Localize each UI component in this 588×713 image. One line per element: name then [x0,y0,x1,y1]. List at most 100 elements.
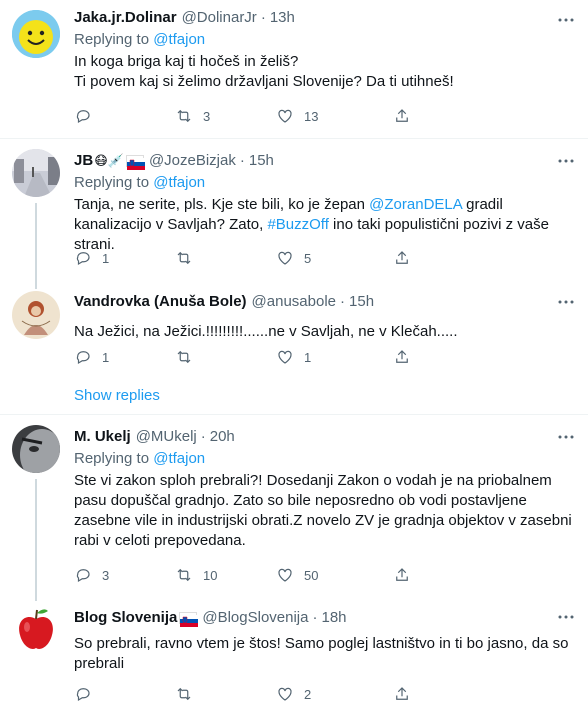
replying-to-label: Replying to [74,31,150,48]
user-handle[interactable]: @JozeBizjak [149,151,236,171]
share-button[interactable] [393,249,494,267]
reply-icon [76,688,90,702]
tweet[interactable]: Vandrovka (Anuša Bole) @anusabole · 15h … [0,285,588,407]
tweet-text: Na Ježici, na Ježici.!!!!!!!!!......ne v… [74,323,458,340]
avatar[interactable] [12,291,60,339]
user-handle[interactable]: @MUkelj [136,427,197,447]
more-icon[interactable] [556,151,576,171]
avatar[interactable] [12,10,60,58]
reply-button[interactable] [74,107,175,125]
reply-button[interactable]: 1 [74,249,175,267]
illustration-avatar-image [12,291,60,339]
text-segment: Tanja, ne serite, pls. Kje ste bili, ko … [74,196,370,213]
mention-link[interactable]: @tfajon [153,450,205,467]
like-button[interactable]: 5 [276,249,377,267]
share-button[interactable] [393,107,494,125]
retweet-button[interactable] [175,249,276,267]
mention-link[interactable]: @tfajon [153,31,205,48]
share-button[interactable] [393,566,494,584]
like-icon [278,687,292,701]
reply-icon [76,569,90,583]
like-icon [278,109,292,123]
separator-dot: · [239,152,245,169]
slovenia-flag-icon [179,612,199,627]
action-bar: 3 10 50 [74,565,494,585]
reply-icon [76,110,90,124]
tweet[interactable]: Blog Slovenija @BlogSlovenija · 18h So p… [0,595,588,713]
replying-to: Replying to @tfajon [74,449,578,469]
separator-dot: · [312,609,318,626]
like-icon [278,568,292,582]
share-button[interactable] [393,685,494,703]
display-name[interactable]: M. Ukelj [74,427,131,447]
tweet[interactable]: M. Ukelj @MUkelj · 20h Replying to @tfaj… [0,415,588,601]
like-button[interactable]: 13 [276,107,377,125]
name-emoji: 😷💉 [94,153,124,168]
timestamp[interactable]: 13h [270,8,295,28]
replying-to: Replying to @tfajon [74,173,578,193]
like-button[interactable]: 2 [276,685,377,703]
face-photo-avatar-image [12,425,60,473]
street-photo-avatar-image [12,149,60,197]
display-name[interactable]: Vandrovka (Anuša Bole) [74,292,247,312]
retweet-count: 3 [203,108,211,124]
slovenia-flag-icon [125,155,145,170]
display-name[interactable]: Blog Slovenija [74,608,177,628]
separator-dot: · [340,293,346,310]
reply-button[interactable]: 1 [74,348,175,366]
reply-button[interactable]: 3 [74,566,175,584]
like-button[interactable]: 1 [276,348,377,366]
timestamp[interactable]: 15h [349,292,374,312]
separator-dot: · [200,428,206,445]
reply-count: 1 [102,250,110,266]
replying-to-label: Replying to [74,450,150,467]
hashtag-link[interactable]: #BuzzOff [267,216,328,233]
retweet-icon [177,251,191,265]
like-count: 13 [304,108,319,124]
share-icon [396,568,408,581]
separator-dot: · [260,9,266,26]
timestamp[interactable]: 15h [249,151,274,171]
smiley-avatar-image [12,10,60,58]
reply-count: 1 [102,349,110,365]
action-bar: 1 1 [74,347,494,367]
retweet-button[interactable]: 10 [175,566,276,584]
reply-button[interactable] [74,685,175,703]
action-bar: 2 [74,684,494,704]
share-icon [396,109,408,122]
timestamp[interactable]: 18h [321,608,346,628]
reply-icon [76,351,90,365]
avatar[interactable] [12,605,60,653]
share-icon [396,687,408,700]
like-button[interactable]: 50 [276,566,377,584]
reply-count: 3 [102,567,110,583]
user-handle[interactable]: @DolinarJr [182,8,257,28]
like-icon [278,350,292,364]
avatar[interactable] [12,149,60,197]
share-button[interactable] [393,348,494,366]
more-icon[interactable] [556,10,576,30]
tweet[interactable]: Jaka.jr.Dolinar @DolinarJr · 13h Replyin… [0,0,588,128]
display-name[interactable]: JB [74,151,93,171]
mention-link[interactable]: @ZoranDELA [369,196,462,213]
show-replies-link[interactable]: Show replies [74,387,160,404]
mention-link[interactable]: @tfajon [153,174,205,191]
avatar[interactable] [12,425,60,473]
like-count: 50 [304,567,319,583]
more-icon[interactable] [556,292,576,312]
retweet-icon [177,109,191,123]
timestamp[interactable]: 20h [210,427,235,447]
more-icon[interactable] [556,427,576,447]
retweet-count: 10 [203,567,218,583]
display-name[interactable]: Jaka.jr.Dolinar [74,8,177,28]
like-count: 1 [304,349,312,365]
thread-line [35,479,37,601]
tweet[interactable]: JB 😷💉 @JozeBizjak · 15h Replying to @tfa… [0,139,588,289]
user-handle[interactable]: @anusabole [252,292,336,312]
more-icon[interactable] [556,607,576,627]
action-bar: 1 5 [74,248,494,268]
user-handle[interactable]: @BlogSlovenija [202,608,308,628]
retweet-button[interactable]: 3 [175,107,276,125]
retweet-button[interactable] [175,685,276,703]
retweet-button[interactable] [175,348,276,366]
